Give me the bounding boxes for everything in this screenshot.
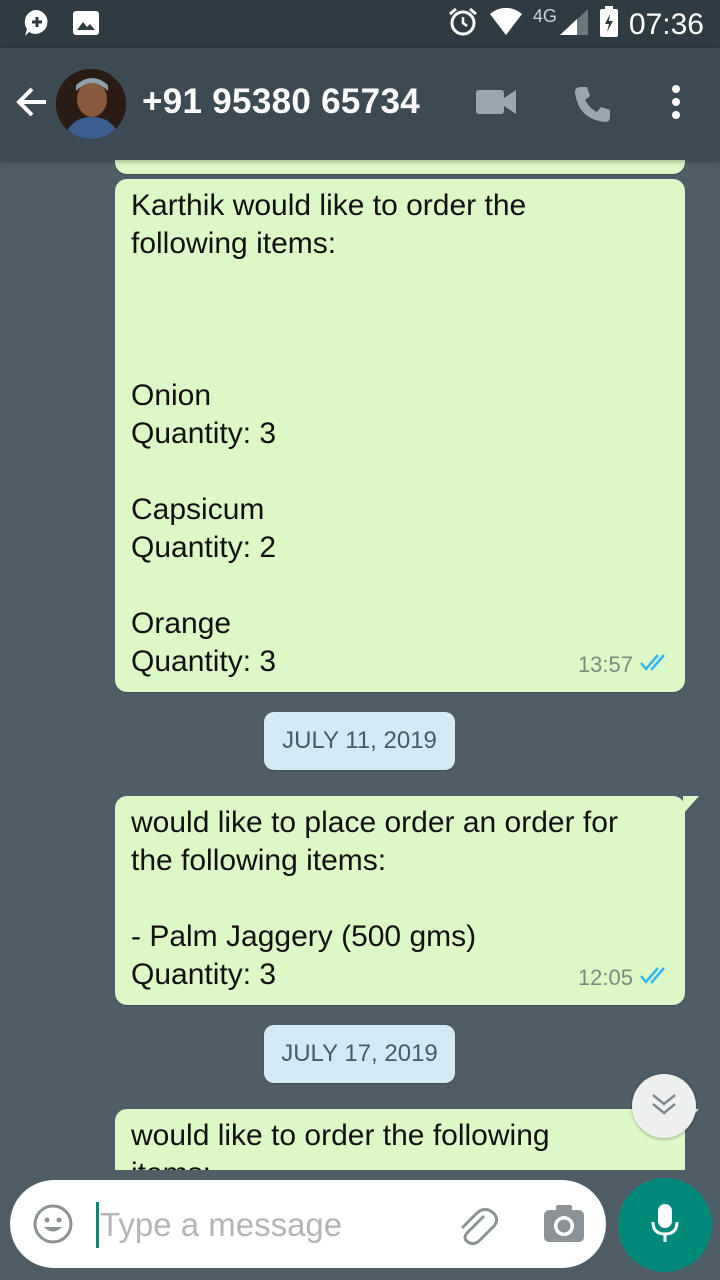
- message-time: 13:57: [577, 652, 633, 677]
- message-line: [131, 880, 669, 918]
- message-bubble-partial[interactable]: [115, 160, 685, 174]
- message-line: would like to place order an order for: [131, 806, 618, 839]
- message-time: 12:05: [577, 965, 633, 990]
- contact-name[interactable]: +91 95380 65734: [142, 82, 420, 122]
- message-line: [131, 567, 669, 605]
- camera-icon[interactable]: [542, 1204, 586, 1249]
- message-line: Onion: [131, 379, 212, 412]
- message-text: Karthik would like to order the following…: [131, 187, 669, 681]
- battery-icon: [599, 6, 619, 43]
- avatar[interactable]: [56, 69, 126, 139]
- message-bubble[interactable]: would like to order the following items:: [115, 1109, 699, 1170]
- message-line: [131, 263, 669, 301]
- message-meta: 13:57: [578, 646, 671, 684]
- message-line: would like to order the following: [131, 1119, 550, 1152]
- bubble-tail: [683, 796, 699, 814]
- message-line: [131, 339, 669, 377]
- date-separator: JULY 11, 2019: [264, 712, 455, 770]
- status-bar: 4G 07:36: [0, 0, 720, 48]
- gallery-notification-icon: [72, 10, 100, 41]
- chat-header: +91 95380 65734: [0, 48, 720, 160]
- message-input[interactable]: [100, 1200, 440, 1250]
- attach-icon[interactable]: [454, 1202, 499, 1251]
- scroll-to-bottom-button[interactable]: [632, 1074, 696, 1138]
- message-meta: 12:05: [578, 959, 671, 997]
- alarm-icon: [447, 6, 479, 43]
- message-bubble[interactable]: Karthik would like to order the following…: [115, 179, 685, 692]
- message-line: items:: [131, 1155, 669, 1170]
- message-line: following items:: [131, 227, 337, 260]
- read-ticks-icon: [639, 959, 671, 997]
- message-text: would like to order the following items:: [131, 1117, 669, 1170]
- message-line: Karthik would like to order the: [131, 189, 527, 222]
- emoji-icon[interactable]: [32, 1203, 74, 1250]
- network-type: 4G: [532, 6, 557, 26]
- message-composer: [10, 1180, 606, 1268]
- message-line: the following items:: [131, 844, 387, 877]
- text-cursor: [96, 1202, 99, 1248]
- message-line: Quantity: 3: [131, 417, 277, 450]
- chat-area[interactable]: Karthik would like to order the following…: [0, 160, 720, 1170]
- date-separator: JULY 17, 2019: [264, 1025, 455, 1083]
- message-line: Orange: [131, 607, 232, 640]
- video-call-icon[interactable]: [474, 84, 518, 125]
- microphone-icon: [650, 1202, 680, 1249]
- message-line: - Palm Jaggery (500 gms): [131, 920, 477, 953]
- read-ticks-icon: [639, 646, 671, 684]
- message-bubble[interactable]: would like to place order an order for th…: [115, 796, 699, 1005]
- message-line: Capsicum: [131, 493, 265, 526]
- chat-notification-icon: [22, 8, 52, 43]
- message-line: Quantity: 2: [131, 531, 277, 564]
- voice-message-button[interactable]: [618, 1178, 712, 1272]
- signal-icon: [559, 8, 589, 41]
- wifi-icon: [489, 7, 523, 41]
- double-chevron-down-icon: [649, 1091, 679, 1122]
- message-line: [131, 453, 669, 491]
- phone-icon[interactable]: [572, 84, 612, 129]
- message-line: [131, 301, 669, 339]
- back-arrow-icon[interactable]: [14, 84, 50, 125]
- clock: 07:36: [628, 7, 704, 41]
- more-options-icon[interactable]: [668, 84, 684, 125]
